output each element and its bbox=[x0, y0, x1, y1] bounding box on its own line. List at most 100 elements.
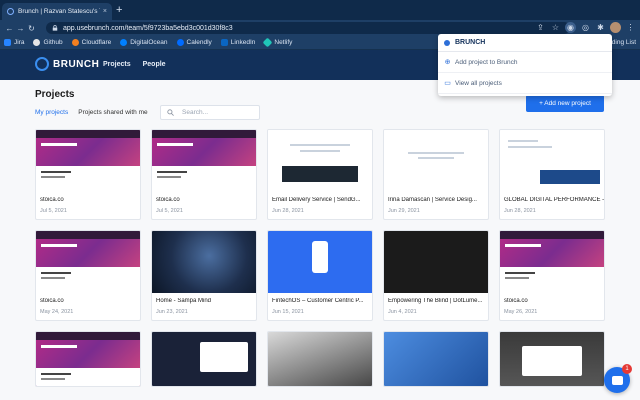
folder-icon: ▭ bbox=[444, 79, 451, 87]
new-tab-button[interactable]: + bbox=[116, 4, 122, 16]
github-icon bbox=[33, 39, 41, 46]
project-date: May 26, 2021 bbox=[504, 309, 538, 315]
bookmark-digitalocean[interactable]: DigitalOcean bbox=[120, 39, 168, 46]
logo-text: BRUNCH bbox=[53, 58, 100, 70]
project-card[interactable] bbox=[35, 331, 141, 387]
project-name: Home - Sampa Mind bbox=[156, 298, 212, 304]
nav-projects[interactable]: Projects bbox=[103, 61, 131, 68]
project-thumbnail bbox=[36, 231, 140, 293]
puzzle-icon[interactable]: ✱ bbox=[595, 22, 606, 33]
search-placeholder: Search... bbox=[182, 109, 209, 116]
tab-shared-projects[interactable]: Projects shared with me bbox=[78, 109, 147, 116]
project-card[interactable]: stoica.co May 24, 2021 bbox=[35, 230, 141, 321]
project-thumbnail bbox=[268, 231, 372, 293]
project-name: stoica.co bbox=[504, 298, 528, 304]
calendly-icon bbox=[176, 39, 184, 46]
reload-icon[interactable]: ↻ bbox=[26, 24, 37, 33]
bookmark-cloudflare[interactable]: Cloudflare bbox=[71, 39, 111, 46]
project-date: Jul 5, 2021 bbox=[156, 208, 183, 214]
toolbar-icons: ⇪ ☆ ◉ ◎ ✱ ⋮ bbox=[535, 22, 636, 33]
project-date: Jun 28, 2021 bbox=[272, 208, 304, 214]
project-card[interactable]: GLOBAL DIGITAL PERFORMANCE - A... Jun 28,… bbox=[499, 129, 605, 220]
project-thumbnail bbox=[500, 231, 604, 293]
bookmark-jira[interactable]: Jira bbox=[4, 39, 24, 46]
project-thumbnail bbox=[384, 130, 488, 192]
project-card[interactable] bbox=[383, 331, 489, 387]
browser-tab[interactable]: Brunch | Razvan Statescu's Te × bbox=[2, 3, 112, 20]
project-card[interactable]: stoica.co Jul 5, 2021 bbox=[151, 129, 257, 220]
app-nav: Projects People bbox=[103, 61, 166, 68]
project-date: Jun 15, 2021 bbox=[272, 309, 304, 315]
view-all-label: View all projects bbox=[455, 79, 502, 87]
project-thumbnail bbox=[152, 332, 256, 386]
netlify-icon bbox=[262, 37, 273, 48]
back-icon[interactable]: ← bbox=[4, 24, 15, 33]
project-card[interactable] bbox=[151, 331, 257, 387]
project-thumbnail bbox=[500, 130, 604, 192]
view-all-projects-menu-item[interactable]: ▭ View all projects bbox=[438, 73, 612, 94]
tab-my-projects[interactable]: My projects bbox=[35, 109, 68, 116]
bookmark-linkedin[interactable]: LinkedIn bbox=[220, 39, 255, 46]
popup-title: BRUNCH bbox=[455, 39, 486, 46]
project-date: Jun 29, 2021 bbox=[388, 208, 420, 214]
profile-avatar[interactable] bbox=[610, 22, 621, 33]
project-card[interactable]: FintechOS – Customer Centric P... Jun 15,… bbox=[267, 230, 373, 321]
tab-close-icon[interactable]: × bbox=[103, 8, 107, 15]
project-thumbnail bbox=[384, 332, 488, 386]
plus-circle-icon: ⊕ bbox=[444, 58, 451, 66]
digitalocean-icon bbox=[120, 39, 128, 46]
bookmark-github[interactable]: Github bbox=[33, 39, 63, 46]
project-thumbnail bbox=[36, 332, 140, 386]
linkedin-icon bbox=[220, 39, 228, 46]
project-name: Irina Damascan | Service Desig... bbox=[388, 197, 477, 203]
bookmark-calendly[interactable]: Calendly bbox=[176, 39, 212, 46]
project-card[interactable] bbox=[267, 331, 373, 387]
project-name: Email Delivery Service | SendG... bbox=[272, 197, 361, 203]
brunch-favicon-icon bbox=[7, 8, 14, 15]
project-name: GLOBAL DIGITAL PERFORMANCE - A... bbox=[504, 197, 604, 203]
project-card[interactable]: Irina Damascan | Service Desig... Jun 29,… bbox=[383, 129, 489, 220]
lock-icon bbox=[52, 25, 58, 31]
star-icon[interactable]: ☆ bbox=[550, 22, 561, 33]
add-project-label: Add project to Brunch bbox=[455, 58, 518, 66]
add-project-menu-item[interactable]: ⊕ Add project to Brunch bbox=[438, 52, 612, 73]
project-thumbnail bbox=[500, 332, 604, 386]
share-icon[interactable]: ⇪ bbox=[535, 22, 546, 33]
project-card[interactable]: Home - Sampa Mind Jun 23, 2021 bbox=[151, 230, 257, 321]
project-thumbnail bbox=[268, 130, 372, 192]
project-name: Empowering The Blind | DotLume... bbox=[388, 298, 483, 304]
project-thumbnail bbox=[152, 231, 256, 293]
project-name: stoica.co bbox=[156, 197, 180, 203]
project-card[interactable]: stoica.co Jul 5, 2021 bbox=[35, 129, 141, 220]
nav-people[interactable]: People bbox=[143, 61, 166, 68]
extension-icon[interactable]: ◎ bbox=[580, 22, 591, 33]
menu-icon[interactable]: ⋮ bbox=[625, 22, 636, 33]
project-card[interactable]: Empowering The Blind | DotLume... Jun 4, … bbox=[383, 230, 489, 321]
add-new-project-button[interactable]: + Add new project bbox=[526, 95, 604, 112]
address-bar[interactable]: app.usebrunch.com/team/5f9723ba5ebd3c001… bbox=[46, 22, 570, 34]
project-date: Jul 5, 2021 bbox=[40, 208, 67, 214]
page-title: Projects bbox=[35, 89, 75, 100]
bookmark-netlify[interactable]: Netlify bbox=[262, 37, 292, 48]
project-date: Jun 23, 2021 bbox=[156, 309, 188, 315]
project-card[interactable]: Email Delivery Service | SendG... Jun 28,… bbox=[267, 129, 373, 220]
search-icon bbox=[167, 109, 174, 116]
forward-icon[interactable]: → bbox=[15, 24, 26, 33]
chat-badge: 1 bbox=[622, 364, 632, 374]
cloudflare-icon bbox=[71, 39, 79, 46]
project-name: stoica.co bbox=[40, 197, 64, 203]
brunch-extension-icon[interactable]: ◉ bbox=[565, 22, 576, 33]
brunch-logo[interactable]: BRUNCH bbox=[35, 57, 99, 71]
chat-widget-button[interactable]: 1 bbox=[604, 364, 632, 393]
project-name: stoica.co bbox=[40, 298, 64, 304]
project-card[interactable]: stoica.co May 26, 2021 bbox=[499, 230, 605, 321]
brunch-dot-icon bbox=[444, 39, 450, 46]
jira-icon bbox=[4, 39, 11, 46]
project-date: Jun 4, 2021 bbox=[388, 309, 417, 315]
chat-icon bbox=[611, 375, 623, 385]
project-card[interactable] bbox=[499, 331, 605, 387]
url-text: app.usebrunch.com/team/5f9723ba5ebd3c001… bbox=[63, 24, 233, 32]
search-input[interactable]: Search... bbox=[160, 105, 260, 120]
brunch-extension-popup: BRUNCH ⊕ Add project to Brunch ▭ View al… bbox=[438, 34, 612, 96]
browser-tab-strip: Brunch | Razvan Statescu's Te × + bbox=[0, 0, 640, 20]
